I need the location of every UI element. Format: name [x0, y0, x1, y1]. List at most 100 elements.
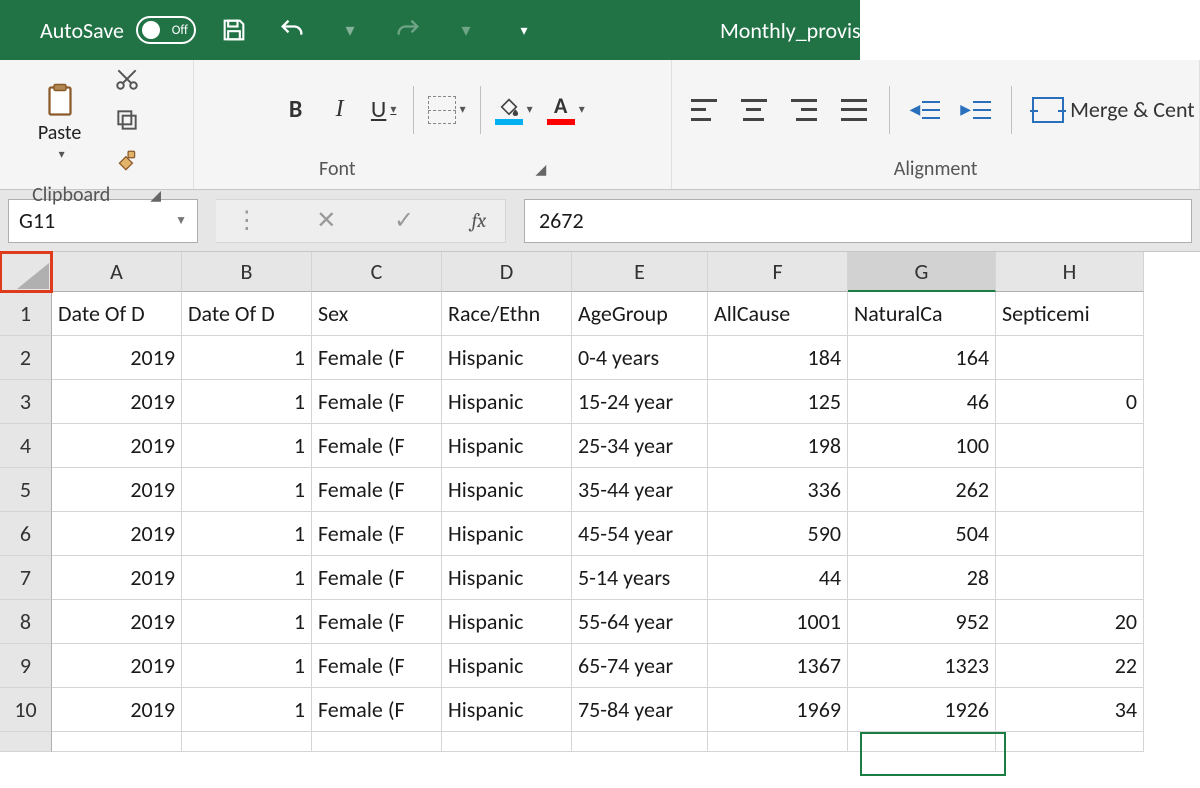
cell-A8[interactable]: 2019: [52, 600, 182, 644]
cell-H7[interactable]: [996, 556, 1144, 600]
cell-G7[interactable]: 28: [848, 556, 996, 600]
cell-B3[interactable]: 1: [182, 380, 312, 424]
cell-A2[interactable]: 2019: [52, 336, 182, 380]
enter-icon[interactable]: ✓: [394, 206, 414, 235]
cell-F7[interactable]: 44: [708, 556, 848, 600]
cell-C10[interactable]: Female (F: [312, 688, 442, 732]
cell-G10[interactable]: 1926: [848, 688, 996, 732]
column-header-F[interactable]: F: [708, 252, 848, 292]
cell-H10[interactable]: 34: [996, 688, 1144, 732]
save-icon[interactable]: [214, 10, 254, 50]
dialog-launcher-icon[interactable]: ◢: [150, 187, 161, 204]
cell-B5[interactable]: 1: [182, 468, 312, 512]
cell-B10[interactable]: 1: [182, 688, 312, 732]
cell-row11-0[interactable]: [52, 732, 182, 752]
cell-E7[interactable]: 5-14 years: [572, 556, 708, 600]
cell-E8[interactable]: 55-64 year: [572, 600, 708, 644]
cell-F2[interactable]: 184: [708, 336, 848, 380]
cell-B1[interactable]: Date Of D: [182, 292, 312, 336]
cell-row11-4[interactable]: [572, 732, 708, 752]
bold-button[interactable]: B: [281, 92, 311, 128]
cell-E4[interactable]: 25-34 year: [572, 424, 708, 468]
cell-D4[interactable]: Hispanic: [442, 424, 572, 468]
cell-row11-2[interactable]: [312, 732, 442, 752]
cell-C5[interactable]: Female (F: [312, 468, 442, 512]
cell-G4[interactable]: 100: [848, 424, 996, 468]
cell-E5[interactable]: 35-44 year: [572, 468, 708, 512]
cell-C8[interactable]: Female (F: [312, 600, 442, 644]
row-header-10[interactable]: 10: [0, 688, 52, 732]
cell-B8[interactable]: 1: [182, 600, 312, 644]
row-header-6[interactable]: 6: [0, 512, 52, 556]
cell-F3[interactable]: 125: [708, 380, 848, 424]
more-icon[interactable]: ⋮: [235, 206, 259, 235]
cell-row11-5[interactable]: [708, 732, 848, 752]
cell-B6[interactable]: 1: [182, 512, 312, 556]
cell-row11-1[interactable]: [182, 732, 312, 752]
cell-G2[interactable]: 164: [848, 336, 996, 380]
cell-F6[interactable]: 590: [708, 512, 848, 556]
dialog-launcher-icon[interactable]: ◢: [536, 161, 547, 178]
redo-icon[interactable]: [388, 10, 428, 50]
underline-button[interactable]: U▾: [369, 92, 399, 128]
cell-A5[interactable]: 2019: [52, 468, 182, 512]
cell-E9[interactable]: 65-74 year: [572, 644, 708, 688]
cell-A7[interactable]: 2019: [52, 556, 182, 600]
formula-input[interactable]: 2672: [524, 199, 1192, 243]
cell-H9[interactable]: 22: [996, 644, 1144, 688]
cell-F4[interactable]: 198: [708, 424, 848, 468]
cell-H4[interactable]: [996, 424, 1144, 468]
cell-H2[interactable]: [996, 336, 1144, 380]
column-header-H[interactable]: H: [996, 252, 1144, 292]
cell-D8[interactable]: Hispanic: [442, 600, 572, 644]
align-justify-button[interactable]: [839, 92, 869, 128]
cell-A6[interactable]: 2019: [52, 512, 182, 556]
cell-E6[interactable]: 45-54 year: [572, 512, 708, 556]
cell-C9[interactable]: Female (F: [312, 644, 442, 688]
cell-E1[interactable]: AgeGroup: [572, 292, 708, 336]
cell-H8[interactable]: 20: [996, 600, 1144, 644]
cell-C1[interactable]: Sex: [312, 292, 442, 336]
column-header-G[interactable]: G: [848, 252, 996, 292]
toggle-switch[interactable]: Off: [136, 16, 196, 44]
cell-F1[interactable]: AllCause: [708, 292, 848, 336]
cell-C7[interactable]: Female (F: [312, 556, 442, 600]
cell-G5[interactable]: 262: [848, 468, 996, 512]
cancel-icon[interactable]: ✕: [316, 206, 336, 235]
align-left-button[interactable]: [689, 92, 719, 128]
borders-button[interactable]: ▾: [428, 92, 466, 128]
cell-D9[interactable]: Hispanic: [442, 644, 572, 688]
cut-icon[interactable]: [114, 66, 140, 97]
cell-F9[interactable]: 1367: [708, 644, 848, 688]
format-painter-icon[interactable]: [114, 148, 140, 179]
cell-A4[interactable]: 2019: [52, 424, 182, 468]
cell-row11-6[interactable]: [848, 732, 996, 752]
align-right-button[interactable]: [789, 92, 819, 128]
cell-B4[interactable]: 1: [182, 424, 312, 468]
cell-D6[interactable]: Hispanic: [442, 512, 572, 556]
align-center-button[interactable]: [739, 92, 769, 128]
cell-F8[interactable]: 1001: [708, 600, 848, 644]
autosave-toggle[interactable]: AutoSave Off: [40, 16, 196, 44]
decrease-indent-button[interactable]: ◀: [910, 92, 941, 128]
cell-G6[interactable]: 504: [848, 512, 996, 556]
copy-icon[interactable]: [114, 107, 140, 138]
cell-row11-3[interactable]: [442, 732, 572, 752]
undo-dropdown-icon[interactable]: ▾: [330, 10, 370, 50]
cell-C3[interactable]: Female (F: [312, 380, 442, 424]
cell-D10[interactable]: Hispanic: [442, 688, 572, 732]
row-header-1[interactable]: 1: [0, 292, 52, 336]
cell-E3[interactable]: 15-24 year: [572, 380, 708, 424]
cell-A3[interactable]: 2019: [52, 380, 182, 424]
row-header-4[interactable]: 4: [0, 424, 52, 468]
row-header-11[interactable]: [0, 732, 52, 752]
cell-A9[interactable]: 2019: [52, 644, 182, 688]
cell-D5[interactable]: Hispanic: [442, 468, 572, 512]
column-header-A[interactable]: A: [52, 252, 182, 292]
cell-B2[interactable]: 1: [182, 336, 312, 380]
cell-H3[interactable]: 0: [996, 380, 1144, 424]
row-header-8[interactable]: 8: [0, 600, 52, 644]
cell-G9[interactable]: 1323: [848, 644, 996, 688]
cell-D3[interactable]: Hispanic: [442, 380, 572, 424]
increase-indent-button[interactable]: ▶: [960, 92, 991, 128]
